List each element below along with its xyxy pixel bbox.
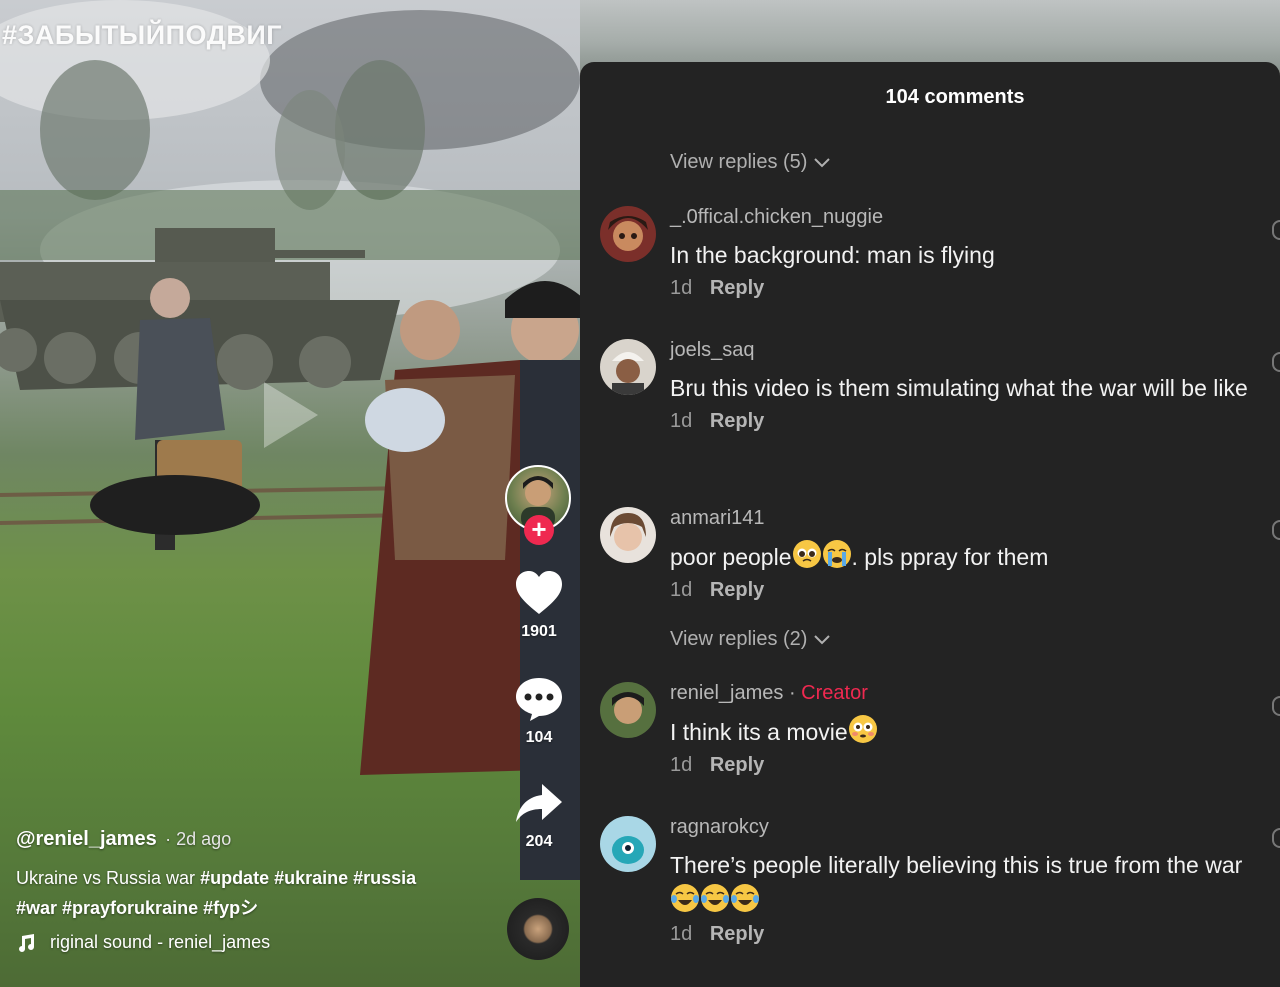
comment-text: Bru this video is them simulating what t…	[670, 375, 1248, 401]
description-hashtags-1[interactable]: #update #ukraine #russia	[200, 868, 416, 888]
comment-text: In the background: man is flying	[670, 242, 995, 268]
comment-bubble-icon	[516, 678, 562, 721]
creator-badge: Creator	[801, 682, 868, 704]
chevron-down-icon	[814, 157, 831, 167]
chevron-down-icon	[814, 634, 831, 644]
comment-count: 104	[525, 729, 553, 746]
video-description: Ukraine vs Russia war #update #ukraine #…	[16, 863, 486, 923]
flushed-face-emoji-icon	[848, 715, 877, 743]
description-hashtags-2[interactable]: #war #prayforukraine #fypシ	[16, 898, 258, 918]
video-hashtag-overlay: #ЗАБЫТЫЙПОДВИГ	[2, 20, 283, 50]
reply-button[interactable]: Reply	[710, 410, 764, 432]
tears-of-joy-emoji-icon	[701, 884, 729, 912]
comment-like-icon[interactable]	[1272, 220, 1280, 240]
video-username[interactable]: @reniel_james	[16, 828, 157, 850]
commenter-avatar[interactable]	[600, 507, 656, 563]
comment-age: 1d	[670, 277, 693, 299]
comment-text-tail: . pls ppray for them	[851, 544, 1049, 570]
play-icon[interactable]	[262, 380, 322, 450]
comments-title: 104 comments	[885, 86, 1025, 108]
view-replies-label: View replies (2)	[670, 628, 808, 650]
comment-like-icon[interactable]	[1272, 696, 1280, 716]
sound-row[interactable]: riginal sound - reniel_james	[16, 932, 486, 953]
comment-username[interactable]: anmari141	[670, 507, 1250, 535]
comment-like-icon[interactable]	[1272, 828, 1280, 848]
creator-separator: ·	[783, 682, 802, 704]
comments-panel: 104 comments View replies (5) _.0ffical.…	[580, 62, 1280, 987]
reply-button[interactable]: Reply	[710, 277, 764, 299]
reply-button[interactable]: Reply	[710, 754, 764, 776]
comment-text-main: poor people	[670, 544, 792, 570]
reply-button[interactable]: Reply	[710, 579, 764, 601]
video-caption: @reniel_james · 2d ago Ukraine vs Russia…	[16, 828, 486, 953]
music-disc-icon[interactable]	[507, 898, 569, 960]
video-background-strip	[580, 0, 1280, 70]
comment-like-icon[interactable]	[1272, 520, 1280, 540]
share-button[interactable]: 204	[500, 782, 578, 851]
commenter-avatar[interactable]	[600, 339, 656, 395]
view-replies-button[interactable]: View replies (5)	[670, 151, 831, 174]
comment-text: I think its a movie	[670, 714, 1250, 750]
comment-age: 1d	[670, 410, 693, 432]
like-count: 1901	[521, 623, 557, 640]
pleading-face-emoji-icon	[792, 540, 821, 568]
reply-button[interactable]: Reply	[710, 923, 764, 945]
comment-username[interactable]: _.0ffical.chicken_nuggie	[670, 206, 1250, 234]
sound-name: riginal sound - reniel_james	[50, 932, 271, 952]
view-replies-button[interactable]: View replies (2)	[670, 628, 831, 651]
view-replies-label: View replies (5)	[670, 151, 808, 173]
commenter-avatar[interactable]	[600, 206, 656, 262]
comment-like-icon[interactable]	[1272, 352, 1280, 372]
commenter-avatar[interactable]	[600, 816, 656, 872]
comment-text: There’s people literally believing this …	[670, 848, 1250, 919]
like-button[interactable]: 1901	[500, 570, 578, 641]
tears-of-joy-emoji-icon	[671, 884, 699, 912]
comment-username-row: reniel_james · Creator	[670, 682, 1250, 710]
cartoon-avatar-icon	[600, 206, 656, 262]
share-count: 204	[525, 833, 553, 850]
comment-username[interactable]: joels_saq	[670, 339, 1250, 367]
share-arrow-icon	[516, 784, 562, 822]
comment-username[interactable]: reniel_james	[670, 682, 783, 704]
crying-face-emoji-icon	[822, 540, 851, 568]
heart-icon	[516, 571, 562, 614]
comment-username[interactable]: ragnarokcy	[670, 816, 1250, 844]
comment-age: 1d	[670, 923, 693, 945]
tears-of-joy-emoji-icon	[731, 884, 759, 912]
comment-text-main: I think its a movie	[670, 719, 848, 745]
commenter-avatar[interactable]	[600, 682, 656, 738]
description-text: Ukraine vs Russia war	[16, 868, 201, 888]
person-avatar-icon	[600, 507, 656, 563]
monster-avatar-icon	[600, 816, 656, 872]
comment-age: 1d	[670, 754, 693, 776]
comment-text: poor people . pls ppray for them	[670, 539, 1250, 575]
follow-button[interactable]: +	[524, 515, 554, 545]
video-post-date: · 2d ago	[165, 829, 232, 849]
comment-age: 1d	[670, 579, 693, 601]
music-note-icon	[19, 933, 34, 952]
person-avatar-icon	[600, 339, 656, 395]
creator-face-icon	[600, 682, 656, 738]
video-player[interactable]: #ЗАБЫТЫЙПОДВИГ + 1901 104 204 @reniel_ja…	[0, 0, 580, 987]
comment-text-main: There’s people literally believing this …	[670, 852, 1243, 878]
comment-button[interactable]: 104	[500, 676, 578, 747]
